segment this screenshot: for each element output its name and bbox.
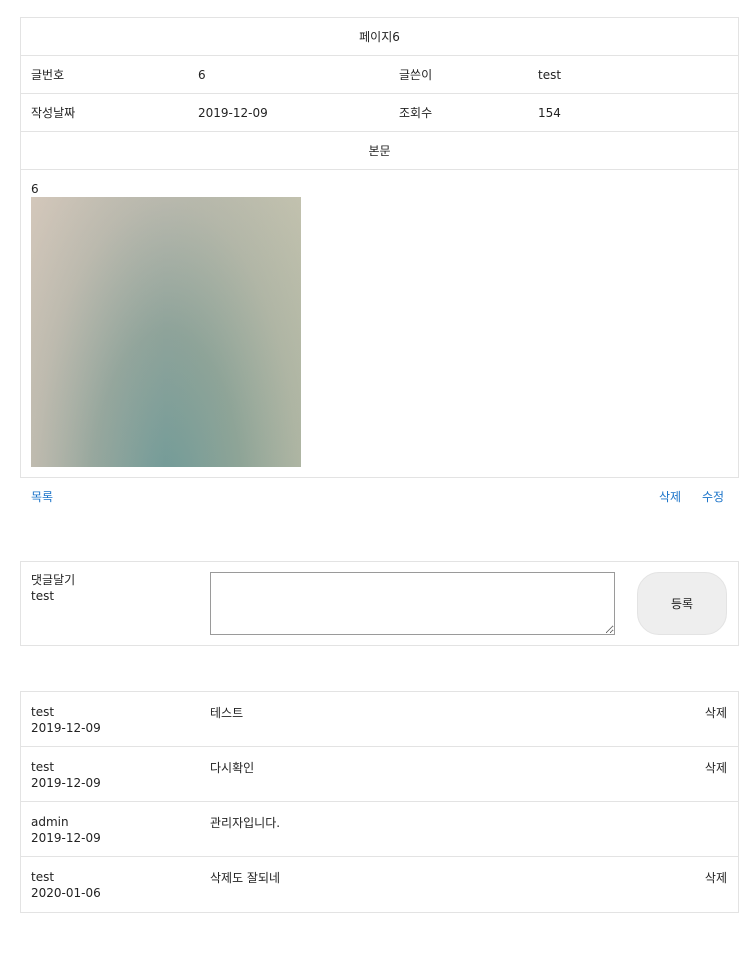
comment-list: test 2019-12-09 테스트 삭제 test 2019-12-09 다… (20, 691, 739, 913)
comment-user: test (31, 760, 55, 774)
post-writer-label: 글쓴이 (399, 68, 433, 82)
comment-meta: test 2019-12-09 (31, 704, 101, 736)
post-title: 페이지6 (359, 30, 400, 44)
comment-form-user: test (31, 589, 55, 603)
comment-date: 2019-12-09 (31, 721, 101, 735)
post-title-row: 페이지6 (21, 18, 738, 56)
comment-text: 삭제도 잘되네 (210, 871, 281, 885)
comment-row: test 2019-12-09 테스트 삭제 (21, 692, 738, 747)
comment-user: test (31, 870, 55, 884)
post-body-row: 6 (21, 170, 738, 477)
comment-form-label: 댓글달기 (31, 573, 76, 587)
submit-comment-button[interactable]: 등록 (637, 572, 727, 635)
comment-textarea[interactable] (210, 572, 615, 635)
comment-meta: test 2019-12-09 (31, 759, 101, 791)
comment-form: 댓글달기 test 등록 (20, 561, 739, 646)
delete-comment-link[interactable]: 삭제 (705, 759, 727, 776)
post-body-text: 6 (31, 182, 39, 196)
post-info-row-2: 작성날짜 2019-12-09 조회수 154 (21, 94, 738, 132)
comment-user: admin (31, 815, 69, 829)
comment-row: test 2020-01-06 삭제도 잘되네 삭제 (21, 857, 738, 912)
post-no-value: 6 (198, 67, 206, 82)
post-writer-value: test (538, 67, 562, 82)
edit-post-link[interactable]: 수정 (702, 488, 724, 505)
list-link[interactable]: 목록 (31, 488, 53, 505)
delete-post-link[interactable]: 삭제 (659, 488, 681, 505)
comment-text: 테스트 (210, 706, 244, 720)
post-views-value: 154 (538, 105, 561, 120)
comment-form-info: 댓글달기 test (31, 572, 75, 604)
comment-meta: admin 2019-12-09 (31, 814, 101, 846)
comment-row: admin 2019-12-09 관리자입니다. (21, 802, 738, 857)
post-body-header-row: 본문 (21, 132, 738, 170)
post-views-label: 조회수 (399, 106, 433, 120)
delete-comment-link[interactable]: 삭제 (705, 869, 727, 886)
comment-date: 2020-01-06 (31, 886, 101, 900)
post-date-value: 2019-12-09 (198, 105, 268, 120)
comment-text: 다시확인 (210, 761, 255, 775)
delete-comment-link[interactable]: 삭제 (705, 704, 727, 721)
post-no-label: 글번호 (31, 68, 65, 82)
post-info-row-1: 글번호 6 글쓴이 test (21, 56, 738, 94)
comment-row: test 2019-12-09 다시확인 삭제 (21, 747, 738, 802)
comment-text: 관리자입니다. (210, 816, 281, 830)
comment-date: 2019-12-09 (31, 776, 101, 790)
post-date-label: 작성날짜 (31, 106, 76, 120)
comment-meta: test 2020-01-06 (31, 869, 101, 901)
post-body-header: 본문 (368, 144, 391, 158)
post-image (31, 197, 301, 467)
comment-date: 2019-12-09 (31, 831, 101, 845)
post-table: 페이지6 글번호 6 글쓴이 test 작성날짜 2019-12-09 조회수 … (20, 17, 739, 478)
comment-user: test (31, 705, 55, 719)
